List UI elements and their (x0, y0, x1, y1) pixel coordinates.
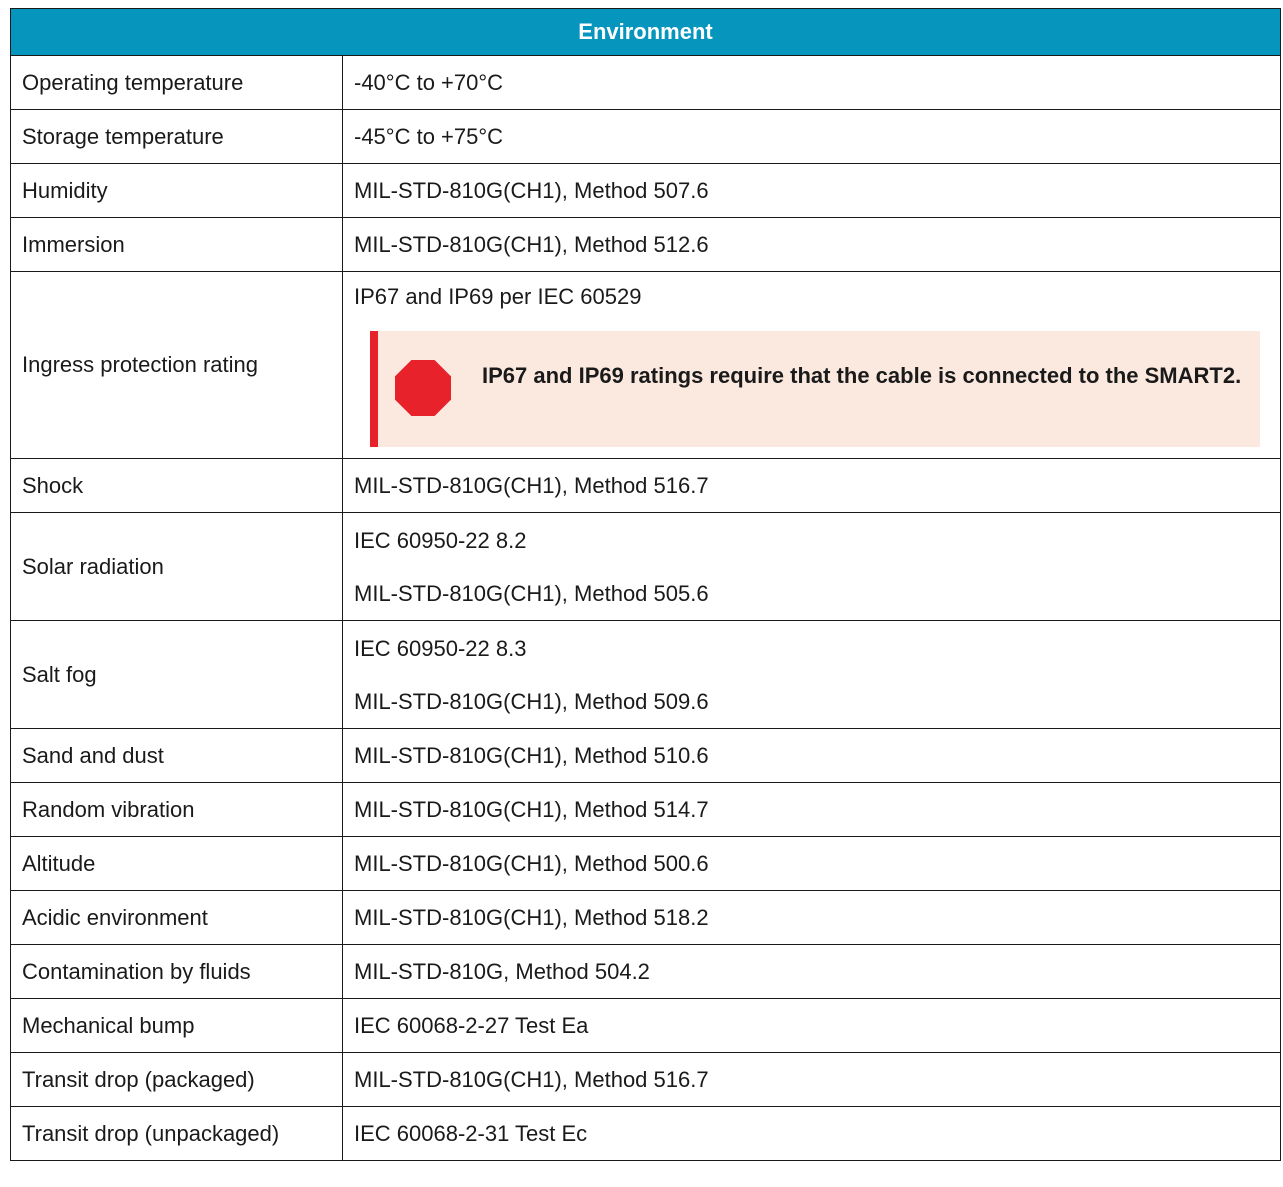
table-row: Operating temperature -40°C to +70°C (10, 55, 1281, 110)
row-value: MIL-STD-810G(CH1), Method 518.2 (342, 890, 1281, 945)
table-row: Solar radiation IEC 60950-22 8.2 MIL-STD… (10, 512, 1281, 621)
table-row: Shock MIL-STD-810G(CH1), Method 516.7 (10, 458, 1281, 513)
row-label: Random vibration (10, 782, 343, 837)
table-row: Transit drop (unpackaged) IEC 60068-2-31… (10, 1106, 1281, 1161)
row-label: Transit drop (unpackaged) (10, 1106, 343, 1161)
row-value: MIL-STD-810G(CH1), Method 516.7 (342, 458, 1281, 513)
row-value: IEC 60068-2-27 Test Ea (342, 998, 1281, 1053)
row-label: Humidity (10, 163, 343, 218)
row-value: MIL-STD-810G(CH1), Method 505.6 (354, 580, 709, 606)
row-label: Mechanical bump (10, 998, 343, 1053)
row-label: Sand and dust (10, 728, 343, 783)
row-label: Operating temperature (10, 55, 343, 110)
table-row: Random vibration MIL-STD-810G(CH1), Meth… (10, 782, 1281, 837)
table-row: Salt fog IEC 60950-22 8.3 MIL-STD-810G(C… (10, 620, 1281, 729)
row-value: MIL-STD-810G(CH1), Method 510.6 (342, 728, 1281, 783)
row-label: Shock (10, 458, 343, 513)
row-label: Ingress protection rating (10, 271, 343, 459)
row-value: -40°C to +70°C (342, 55, 1281, 110)
stop-icon (395, 360, 451, 416)
row-label: Contamination by fluids (10, 944, 343, 999)
table-header: Environment (10, 8, 1281, 56)
row-value: IP67 and IP69 per IEC 60529 (354, 284, 642, 309)
row-value: MIL-STD-810G(CH1), Method 507.6 (342, 163, 1281, 218)
table-row: Mechanical bump IEC 60068-2-27 Test Ea (10, 998, 1281, 1053)
row-value: IEC 60950-22 8.2 (354, 527, 527, 553)
row-value: MIL-STD-810G(CH1), Method 512.6 (342, 217, 1281, 272)
row-label: Storage temperature (10, 109, 343, 164)
row-value-cell: IP67 and IP69 per IEC 60529 IP67 and IP6… (342, 271, 1281, 459)
table-row: Immersion MIL-STD-810G(CH1), Method 512.… (10, 217, 1281, 272)
row-value: MIL-STD-810G(CH1), Method 509.6 (354, 688, 709, 714)
row-label: Salt fog (10, 620, 343, 729)
row-value: -45°C to +75°C (342, 109, 1281, 164)
row-value: IEC 60950-22 8.3 (354, 635, 527, 661)
environment-spec-table: Environment Operating temperature -40°C … (10, 8, 1281, 1161)
ingress-value-container: IP67 and IP69 per IEC 60529 IP67 and IP6… (343, 272, 1280, 458)
table-row: Storage temperature -45°C to +75°C (10, 109, 1281, 164)
row-label: Acidic environment (10, 890, 343, 945)
row-label: Altitude (10, 836, 343, 891)
table-row: Acidic environment MIL-STD-810G(CH1), Me… (10, 890, 1281, 945)
row-value: MIL-STD-810G, Method 504.2 (342, 944, 1281, 999)
table-row: Sand and dust MIL-STD-810G(CH1), Method … (10, 728, 1281, 783)
table-row: Humidity MIL-STD-810G(CH1), Method 507.6 (10, 163, 1281, 218)
row-value: MIL-STD-810G(CH1), Method 514.7 (342, 782, 1281, 837)
table-header-row: Environment (10, 8, 1281, 56)
row-value: MIL-STD-810G(CH1), Method 500.6 (342, 836, 1281, 891)
row-value-cell: IEC 60950-22 8.3 MIL-STD-810G(CH1), Meth… (342, 620, 1281, 729)
row-value: MIL-STD-810G(CH1), Method 516.7 (342, 1052, 1281, 1107)
row-label: Transit drop (packaged) (10, 1052, 343, 1107)
table-row: Transit drop (packaged) MIL-STD-810G(CH1… (10, 1052, 1281, 1107)
table-row: Contamination by fluids MIL-STD-810G, Me… (10, 944, 1281, 999)
table-row: Ingress protection rating IP67 and IP69 … (10, 271, 1281, 459)
table-row: Altitude MIL-STD-810G(CH1), Method 500.6 (10, 836, 1281, 891)
warning-text: IP67 and IP69 ratings require that the c… (482, 363, 1242, 388)
row-value: IEC 60068-2-31 Test Ec (342, 1106, 1281, 1161)
row-value-cell: IEC 60950-22 8.2 MIL-STD-810G(CH1), Meth… (342, 512, 1281, 621)
warning-callout: IP67 and IP69 ratings require that the c… (370, 331, 1260, 447)
row-label: Solar radiation (10, 512, 343, 621)
row-label: Immersion (10, 217, 343, 272)
